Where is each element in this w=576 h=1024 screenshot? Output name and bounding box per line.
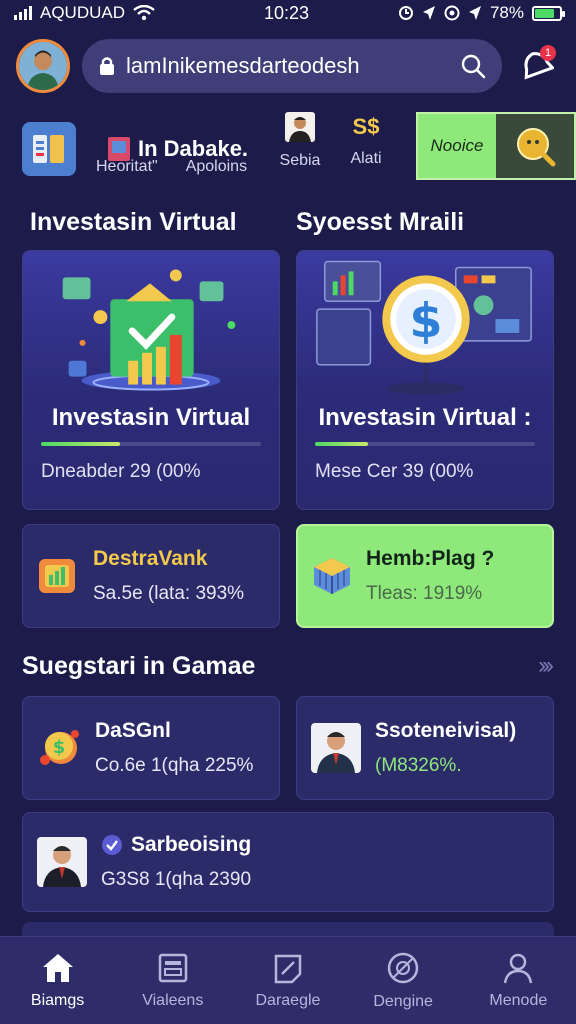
mini-card[interactable]: DestraVank Sa.5e (lata: 393% — [22, 524, 280, 628]
nav-label: Dengine — [373, 992, 433, 1010]
search-input[interactable] — [126, 53, 450, 79]
nav-item-home[interactable]: Biamgs — [3, 952, 113, 1010]
card-title: Investasin Virtual — [51, 404, 251, 431]
lock-icon — [100, 57, 114, 75]
game-card-sub: (M8326%. — [375, 755, 462, 776]
quick-item-label[interactable]: Heoritat" — [96, 158, 158, 176]
status-time: 10:23 — [264, 2, 310, 23]
game-card-title: Sarbeoising — [131, 833, 252, 856]
user-icon — [504, 953, 533, 983]
nav-label: Biamgs — [30, 991, 85, 1009]
at-icon — [444, 5, 460, 21]
game-card[interactable]: $ DaSGnl Co.6e 1(qha 225% — [22, 696, 280, 800]
document-icon — [274, 954, 302, 983]
game-card[interactable]: Sarbeoising G3S8 1(qha 2390 — [22, 812, 554, 912]
nav-label: Daraegle — [255, 991, 321, 1009]
person-icon — [19, 42, 67, 90]
navigation-icon — [468, 6, 481, 20]
notice-button[interactable]: Nooice — [416, 112, 576, 180]
notice-label: Nooice — [430, 136, 484, 155]
section-heading-games: Suegstari in Gamae — [22, 652, 256, 680]
signal-icon — [14, 6, 32, 20]
dollar-dashboard-illustration: $ — [316, 260, 532, 395]
bottom-nav: Biamgs Vialeens Daraegle Dengine Menode — [0, 936, 576, 1024]
progress-bar — [315, 442, 535, 446]
notification-button[interactable]: 1 — [514, 43, 560, 89]
nav-item-globe[interactable]: Dengine — [348, 951, 458, 1011]
mini-card-title: Hemb:Plag ? — [366, 547, 495, 570]
battery-icon — [532, 5, 565, 21]
section-heading-investasi: Investasin Virtual — [30, 208, 237, 236]
quick-item-label[interactable]: Apoloins — [186, 158, 247, 176]
person-icon — [317, 732, 355, 773]
nav-label: Menode — [489, 991, 548, 1009]
notification-badge: 1 — [540, 45, 556, 61]
feature-card[interactable]: $ Investasin Virtual : Mese Cer 39 (00% — [296, 250, 554, 510]
globe-icon — [387, 952, 419, 983]
clipboard-icon — [33, 135, 64, 163]
battery-percent: 78% — [489, 3, 524, 22]
see-more-arrows-icon[interactable]: ››› — [538, 652, 554, 680]
nav-item-document[interactable]: Daraegle — [233, 952, 343, 1010]
status-bar: AQUDUAD 10:23 78% — [0, 0, 576, 26]
mini-card-sub: Sa.5e (lata: 393% — [93, 583, 245, 604]
svg-text:$: $ — [53, 737, 66, 758]
game-card[interactable]: Ssoteneivisal) (M8326%. — [296, 696, 554, 800]
app-tile-icon[interactable] — [22, 122, 76, 176]
top-bar: 1 — [0, 30, 576, 102]
person-thumb — [37, 837, 87, 887]
quick-item-label: Alati — [350, 150, 382, 167]
chart-badge-icon — [39, 559, 75, 593]
person-thumb-icon — [285, 112, 315, 142]
calendar-icon — [158, 953, 188, 982]
search-bar[interactable] — [82, 39, 502, 93]
section-heading-syoesst: Syoesst Mraili — [296, 208, 465, 236]
mini-card-sub: Tleas: 1919% — [366, 583, 483, 604]
nav-label: Vialeens — [142, 991, 204, 1009]
carrier-label: AQUDUAD — [40, 3, 126, 22]
person-thumb — [311, 723, 361, 773]
nav-item-calendar[interactable]: Vialeens — [118, 952, 228, 1010]
alarm-icon — [398, 6, 413, 20]
feature-card[interactable]: Investasin Virtual Dneabder 29 (00% — [22, 250, 280, 510]
quick-access-row: In Dabake. Heoritat" Apoloins Sebia S$ A… — [0, 112, 576, 186]
card-title: Investasin Virtual : — [318, 404, 532, 431]
game-card-title: DaSGnl — [95, 719, 171, 742]
game-card-sub: Co.6e 1(qha 225% — [95, 755, 254, 776]
game-card-title: Ssoteneivisal) — [375, 719, 517, 742]
quick-item-alati[interactable]: S$ Alati — [338, 114, 394, 168]
quick-item-value: S$ — [352, 114, 380, 139]
person-icon — [43, 846, 81, 887]
search-icon[interactable] — [460, 53, 486, 79]
verified-icon — [102, 835, 122, 855]
game-card-sub: G3S8 1(qha 2390 — [101, 869, 252, 890]
home-icon — [42, 953, 73, 982]
svg-text:$: $ — [409, 294, 442, 349]
investment-illustration — [62, 269, 236, 391]
wifi-icon — [133, 5, 155, 21]
cube-icon — [314, 558, 350, 594]
card-meta: Mese Cer 39 (00% — [315, 461, 474, 482]
progress-bar — [41, 442, 261, 446]
quick-item-sebia[interactable]: Sebia — [268, 112, 332, 170]
location-icon — [422, 6, 435, 20]
mini-card-title: DestraVank — [93, 547, 208, 570]
coin-search-icon — [517, 128, 556, 167]
coin-stack-icon: $ — [40, 730, 79, 765]
avatar[interactable] — [16, 39, 70, 93]
quick-item-label: Sebia — [279, 152, 321, 169]
card-meta: Dneabder 29 (00% — [41, 461, 201, 482]
mini-card[interactable]: Hemb:Plag ? Tleas: 1919% — [296, 524, 554, 628]
nav-item-profile[interactable]: Menode — [463, 952, 573, 1010]
